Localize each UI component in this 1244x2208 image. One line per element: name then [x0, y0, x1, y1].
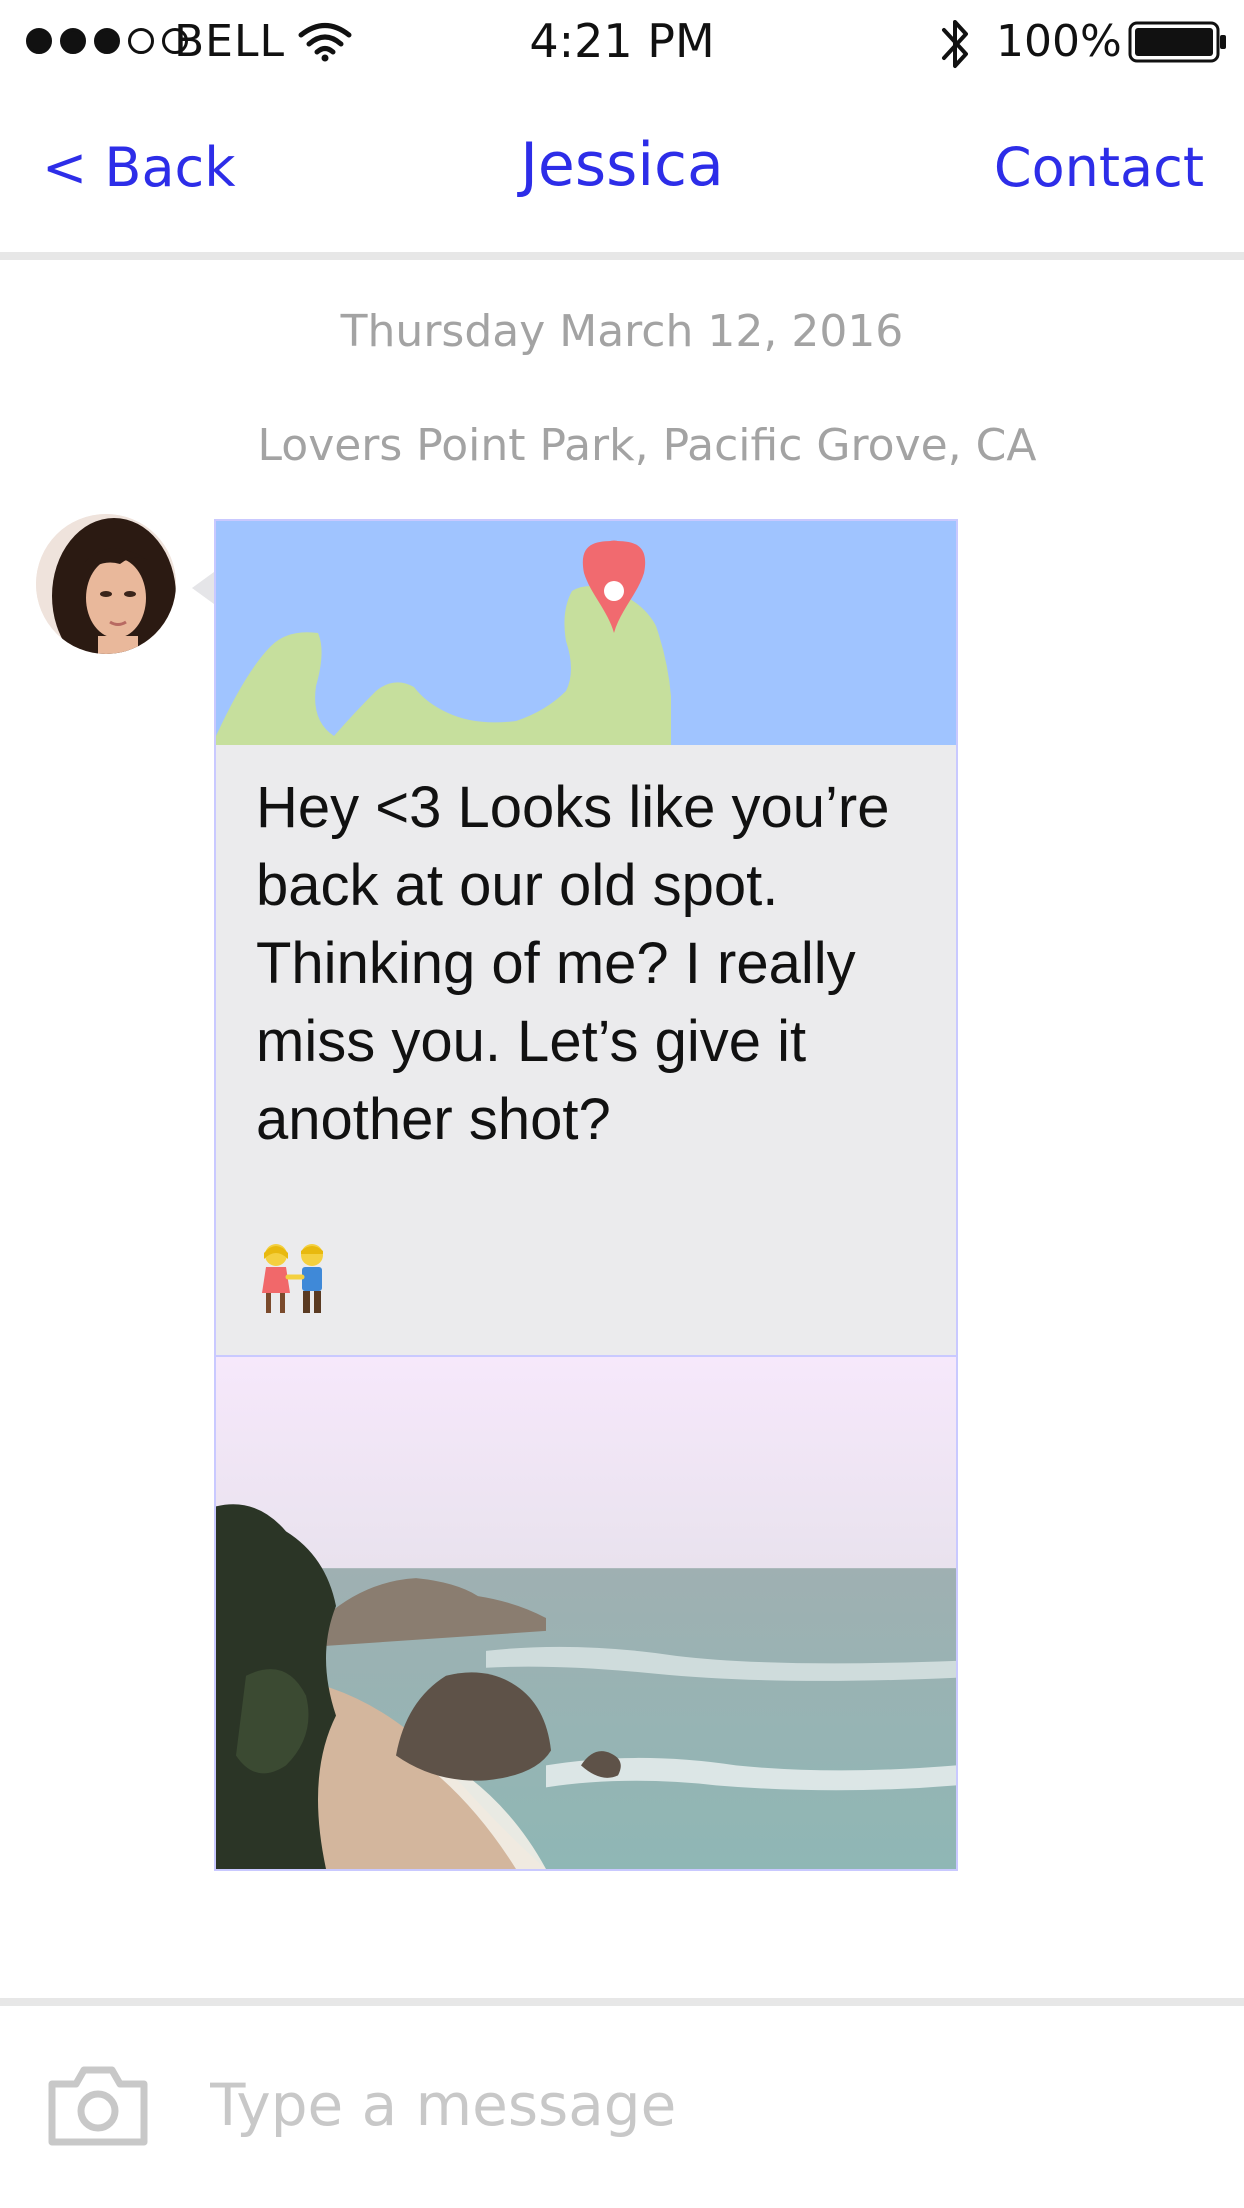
contact-button[interactable]: Contact [994, 136, 1204, 199]
bluetooth-icon [942, 20, 968, 68]
battery-icon [1128, 21, 1226, 63]
bubble-tail [192, 572, 214, 604]
back-button[interactable]: < Back [42, 136, 236, 199]
camera-icon[interactable] [46, 2064, 150, 2148]
thread-date: Thursday March 12, 2016 [340, 306, 904, 357]
message-bubble: Hey <3 Looks like you’re back at our old… [214, 519, 958, 1871]
thread-location: Lovers Point Park, Pacific Grove, CA [257, 420, 1037, 471]
status-bar: BELL 4:21 PM 100% [0, 0, 1244, 88]
avatar-photo [36, 514, 176, 654]
beach-photo[interactable] [216, 1355, 956, 1869]
message-text: Hey <3 Looks like you’re back at our old… [256, 775, 890, 1152]
couple-holding-hands-icon [262, 1244, 323, 1313]
message-input[interactable] [210, 2060, 1190, 2150]
compose-divider [0, 1998, 1244, 2006]
battery-percent: 100% [996, 16, 1122, 67]
avatar[interactable] [36, 514, 176, 654]
nav-divider [0, 252, 1244, 260]
map-preview[interactable] [216, 521, 956, 745]
navigation-bar: < Back Jessica Contact [0, 88, 1244, 252]
